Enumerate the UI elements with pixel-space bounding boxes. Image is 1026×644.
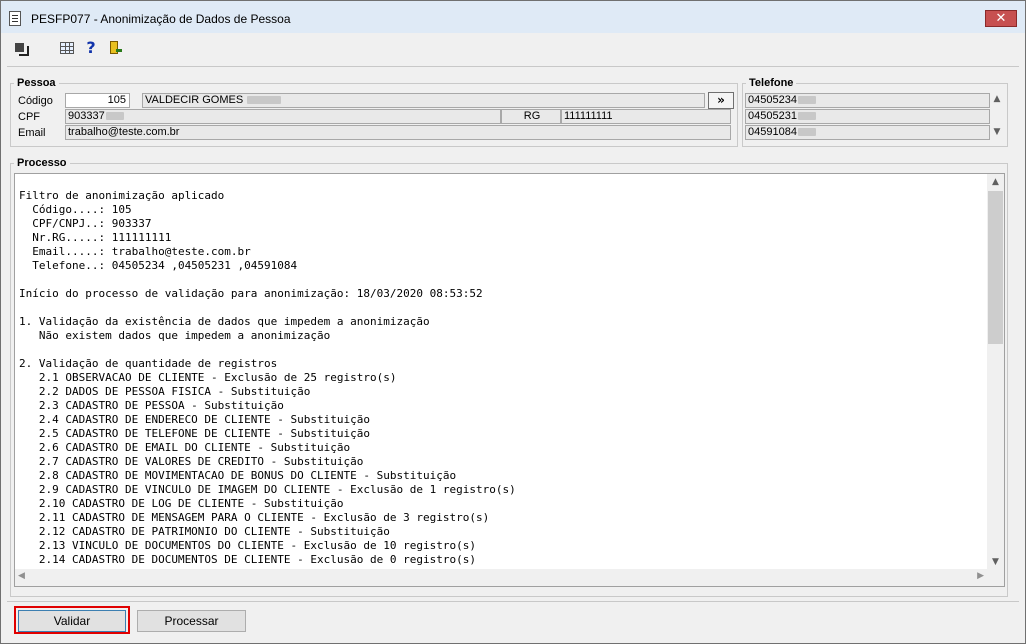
log-line: 2.9 CADASTRO DE VINCULO DE IMAGEM DO CLI…	[19, 483, 516, 496]
window-title: PESFP077 - Anonimização de Dados de Pess…	[31, 12, 291, 26]
redacted-mark	[797, 96, 816, 105]
table-grid-icon[interactable]	[59, 40, 75, 56]
log-line: 2.14 CADASTRO DE DOCUMENTOS DE CLIENTE -…	[19, 553, 476, 566]
codigo-input[interactable]: 105	[65, 93, 130, 108]
log-line: Código....: 105	[19, 203, 132, 216]
chevron-down-icon[interactable]: ▼	[987, 557, 1004, 567]
log-line: 2.1 OBSERVACAO DE CLIENTE - Exclusão de …	[19, 371, 397, 384]
log-line: 2.7 CADASTRO DE VALORES DE CREDITO - Sub…	[19, 455, 364, 468]
log-line: 2.2 DADOS DE PESSOA FISICA - Substituiçã…	[19, 385, 311, 398]
nome-field: VALDECIR GOMES	[142, 93, 705, 108]
log-line: Email.....: trabalho@teste.com.br	[19, 245, 251, 258]
log-line: Não existem dados que impedem a anonimiz…	[19, 329, 331, 342]
title-bar: PESFP077 - Anonimização de Dados de Pess…	[1, 1, 1025, 33]
redacted-mark	[797, 112, 816, 121]
log-line: CPF/CNPJ..: 903337	[19, 217, 152, 230]
validar-button[interactable]: Validar	[18, 610, 126, 632]
telefone-value: 04591084	[748, 126, 797, 138]
log-line: 2.12 CADASTRO DE PATRIMONIO DO CLIENTE -…	[19, 525, 390, 538]
telefone-item[interactable]: 04505231	[745, 109, 990, 124]
log-text: Filtro de anonimização aplicado Código..…	[19, 189, 516, 567]
redacted-mark	[797, 128, 816, 137]
redacted-mark	[247, 96, 282, 105]
log-line: Filtro de anonimização aplicado	[19, 189, 225, 202]
log-line: 2.4 CADASTRO DE ENDERECO DE CLIENTE - Su…	[19, 413, 370, 426]
cpf-value: 903337	[68, 110, 105, 122]
log-line: Início do processo de validação para ano…	[19, 287, 483, 300]
codigo-label: Código	[18, 95, 53, 107]
chevron-up-icon[interactable]: ▲	[990, 94, 1004, 104]
horizontal-scrollbar[interactable]: ◀ ▶	[15, 569, 987, 586]
processar-button[interactable]: Processar	[137, 610, 246, 632]
chevron-left-icon[interactable]: ◀	[18, 571, 25, 581]
close-button[interactable]: ✕	[985, 10, 1017, 27]
log-line: 2.5 CADASTRO DE TELEFONE DE CLIENTE - Su…	[19, 427, 370, 440]
log-line: Telefone..: 04505234 ,04505231 ,04591084	[19, 259, 298, 272]
processo-legend: Processo	[17, 157, 67, 169]
telefone-legend: Telefone	[749, 77, 794, 89]
door-exit-icon[interactable]	[107, 40, 123, 56]
log-line: 2.8 CADASTRO DE MOVIMENTACAO DE BONUS DO…	[19, 469, 457, 482]
rg-field: 111111111	[561, 109, 731, 124]
chevron-down-icon[interactable]: ▼	[990, 127, 1004, 137]
log-line: 2.13 VINCULO DE DOCUMENTOS DO CLIENTE - …	[19, 539, 476, 552]
application-window: PESFP077 - Anonimização de Dados de Pess…	[0, 0, 1026, 644]
telefone-item[interactable]: 04505234	[745, 93, 990, 108]
processo-log-textarea[interactable]: Filtro de anonimização aplicado Código..…	[14, 173, 1005, 587]
toolbar-separator	[7, 66, 1019, 67]
log-line: 2.11 CADASTRO DE MENSAGEM PARA O CLIENTE…	[19, 511, 490, 524]
pessoa-legend: Pessoa	[17, 77, 56, 89]
email-field: trabalho@teste.com.br	[65, 125, 731, 140]
telefone-value: 04505231	[748, 110, 797, 122]
chevron-up-icon[interactable]: ▲	[987, 177, 1004, 187]
bottom-separator	[7, 601, 1019, 602]
chevron-right-icon[interactable]: ▶	[977, 571, 984, 581]
log-line: 2.10 CADASTRO DE LOG DE CLIENTE - Substi…	[19, 497, 344, 510]
log-line: 2. Validação de quantidade de registros	[19, 357, 278, 370]
log-line: 1. Validação da existência de dados que …	[19, 315, 430, 328]
telefone-value: 04505234	[748, 94, 797, 106]
log-line: 2.6 CADASTRO DE EMAIL DO CLIENTE - Subst…	[19, 441, 351, 454]
telefone-item[interactable]: 04591084	[745, 125, 990, 140]
document-icon	[9, 11, 21, 26]
search-pessoa-button[interactable]: »	[708, 92, 734, 109]
nome-value: VALDECIR GOMES	[145, 94, 244, 106]
telefone-scrollbar[interactable]: ▲ ▼	[990, 93, 1004, 141]
scroll-corner	[987, 569, 1004, 586]
toolbar: ?	[1, 34, 1025, 62]
scroll-thumb[interactable]	[988, 191, 1003, 344]
exit-icon[interactable]	[13, 40, 29, 56]
cpf-label: CPF	[18, 111, 40, 123]
vertical-scrollbar[interactable]: ▲ ▼	[987, 174, 1004, 570]
log-line: 2.3 CADASTRO DE PESSOA - Substituição	[19, 399, 284, 412]
cpf-field: 903337	[65, 109, 501, 124]
rg-label: RG	[501, 109, 561, 124]
redacted-mark	[105, 112, 124, 121]
log-line: Nr.RG.....: 111111111	[19, 231, 172, 244]
email-label: Email	[18, 127, 46, 139]
help-icon[interactable]: ?	[83, 40, 99, 56]
